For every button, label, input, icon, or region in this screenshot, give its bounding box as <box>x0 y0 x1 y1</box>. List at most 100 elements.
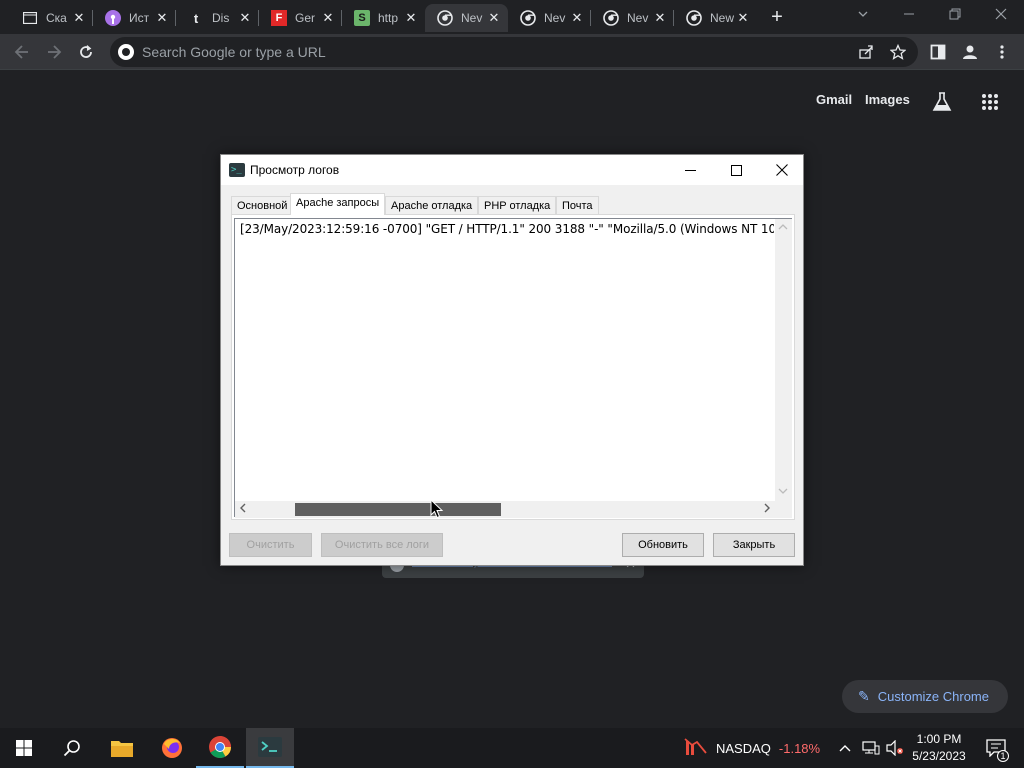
stock-change: -1.18% <box>778 740 821 756</box>
clear-button[interactable]: Очистить <box>229 533 312 557</box>
tumblr-icon: t <box>193 10 199 26</box>
clear-all-logs-button[interactable]: Очистить все логи <box>321 533 443 557</box>
close-tab-icon[interactable]: ✕ <box>403 10 419 26</box>
profile-avatar-icon[interactable] <box>956 38 984 66</box>
volume-muted-icon[interactable] <box>886 728 904 768</box>
tab-title: Nev <box>544 11 566 25</box>
tab-php-debug[interactable]: PHP отладка <box>478 196 557 215</box>
tab-title: Nev <box>627 11 649 25</box>
close-tab-icon[interactable]: ✕ <box>652 10 668 26</box>
new-tab-button[interactable]: + <box>764 6 790 28</box>
refresh-button[interactable]: Обновить <box>622 533 704 557</box>
google-apps-icon[interactable] <box>978 90 1002 114</box>
stock-chart-icon <box>684 737 708 760</box>
browser-tab[interactable]: Ска ✕ <box>10 4 93 32</box>
tab-search-icon[interactable] <box>840 0 886 32</box>
terminal-icon: >_ <box>229 163 245 177</box>
pencil-icon: ✎ <box>858 688 870 704</box>
scroll-left-icon[interactable] <box>237 503 249 515</box>
tab-title: Dis <box>212 11 230 25</box>
tab-title: Nev <box>461 11 483 25</box>
close-tab-icon[interactable]: ✕ <box>486 10 502 26</box>
browser-tab[interactable]: Nev ✕ <box>591 4 674 32</box>
scroll-up-icon[interactable] <box>778 223 788 233</box>
close-tab-icon[interactable]: ✕ <box>735 10 751 26</box>
browser-tab[interactable]: Ист ✕ <box>93 4 176 32</box>
back-button[interactable] <box>8 38 36 66</box>
chrome-icon <box>603 10 619 26</box>
log-textarea[interactable]: [23/May/2023:12:59:16 -0700] "GET / HTTP… <box>234 218 792 518</box>
restore-window-button[interactable] <box>932 0 978 32</box>
bookmark-star-icon[interactable] <box>884 38 912 66</box>
notification-count: 1 <box>997 750 1009 762</box>
labs-flask-icon[interactable] <box>930 90 954 114</box>
tab-panel: [23/May/2023:12:59:16 -0700] "GET / HTTP… <box>231 214 795 520</box>
browser-tab-active[interactable]: Nev ✕ <box>425 4 508 32</box>
s-icon: S <box>354 10 370 26</box>
chrome-icon <box>520 10 536 26</box>
dialog-minimize-button[interactable] <box>667 155 713 185</box>
tab-apache-debug[interactable]: Apache отладка <box>385 196 479 215</box>
horizontal-scrollbar[interactable] <box>235 501 775 518</box>
reload-button[interactable] <box>72 38 100 66</box>
tab-title: Ист <box>129 11 150 25</box>
forward-button[interactable] <box>40 38 68 66</box>
gmail-link[interactable]: Gmail <box>816 92 852 107</box>
close-tab-icon[interactable]: ✕ <box>71 10 87 26</box>
clock-date: 5/23/2023 <box>912 749 966 763</box>
dialog-titlebar[interactable]: >_ Просмотр логов <box>221 155 803 185</box>
chrome-menu-icon[interactable] <box>988 38 1016 66</box>
dialog-close-button[interactable] <box>759 155 805 185</box>
tab-osnovnoy[interactable]: Основной <box>231 196 294 215</box>
browser-tab[interactable]: t Dis ✕ <box>176 4 259 32</box>
close-tab-icon[interactable]: ✕ <box>154 10 170 26</box>
google-icon <box>118 44 134 60</box>
search-icon[interactable] <box>48 728 96 768</box>
windows-start-icon[interactable] <box>0 728 48 768</box>
network-icon[interactable] <box>862 728 880 768</box>
close-window-button[interactable] <box>978 0 1024 32</box>
stock-name: NASDAQ <box>716 740 771 756</box>
scroll-down-icon[interactable] <box>778 487 788 497</box>
stock-widget[interactable]: NASDAQ -1.18% <box>684 728 820 768</box>
log-line: [23/May/2023:12:59:16 -0700] "GET / HTTP… <box>240 222 774 236</box>
dialog-maximize-button[interactable] <box>713 155 759 185</box>
browser-tab[interactable]: F Ger ✕ <box>259 4 342 32</box>
windows-taskbar: NASDAQ -1.18% 1:00 PM 5/23/2023 1 <box>0 728 1024 768</box>
horizontal-scroll-thumb[interactable] <box>295 503 501 516</box>
firefox-icon[interactable] <box>148 728 196 768</box>
vertical-scrollbar[interactable] <box>775 219 792 501</box>
close-tab-icon[interactable]: ✕ <box>237 10 253 26</box>
customize-chrome-button[interactable]: ✎ Customize Chrome <box>842 680 1008 713</box>
tab-mail[interactable]: Почта <box>556 196 599 215</box>
notifications-icon[interactable]: 1 <box>982 728 1010 768</box>
flipboard-icon: F <box>271 10 287 26</box>
chrome-icon <box>686 10 702 26</box>
dialog-title: Просмотр логов <box>250 163 340 177</box>
browser-tab[interactable]: New Tal ✕ <box>674 4 757 32</box>
browser-tab[interactable]: Nev ✕ <box>508 4 591 32</box>
close-tab-icon[interactable]: ✕ <box>320 10 336 26</box>
show-hidden-icons-chevron-icon[interactable] <box>838 728 852 768</box>
browser-toolbar <box>0 34 1024 70</box>
tab-title: http <box>378 11 399 25</box>
close-tab-icon[interactable]: ✕ <box>569 10 585 26</box>
minimize-window-button[interactable] <box>886 0 932 32</box>
side-panel-icon[interactable] <box>924 38 952 66</box>
omnibox[interactable] <box>110 37 918 67</box>
terminal-app-icon[interactable] <box>246 728 294 768</box>
share-icon[interactable] <box>852 38 880 66</box>
chrome-taskbar-icon[interactable] <box>196 728 244 768</box>
scrollbar-corner <box>775 501 792 518</box>
omnibox-input[interactable] <box>142 42 842 62</box>
tab-title: Ger <box>295 11 316 25</box>
tab-strip: Ска ✕ Ист ✕ t Dis ✕ F Ger ✕ S http ✕ Nev… <box>0 0 1024 34</box>
log-viewer-dialog: >_ Просмотр логов Основной Apache запрос… <box>220 154 804 566</box>
file-explorer-icon[interactable] <box>98 728 146 768</box>
images-link[interactable]: Images <box>865 92 910 107</box>
tab-apache-requests[interactable]: Apache запросы <box>290 193 386 215</box>
system-clock[interactable]: 1:00 PM 5/23/2023 <box>906 731 972 765</box>
close-button[interactable]: Закрыть <box>713 533 795 557</box>
browser-tab[interactable]: S http ✕ <box>342 4 425 32</box>
scroll-right-icon[interactable] <box>761 503 773 515</box>
